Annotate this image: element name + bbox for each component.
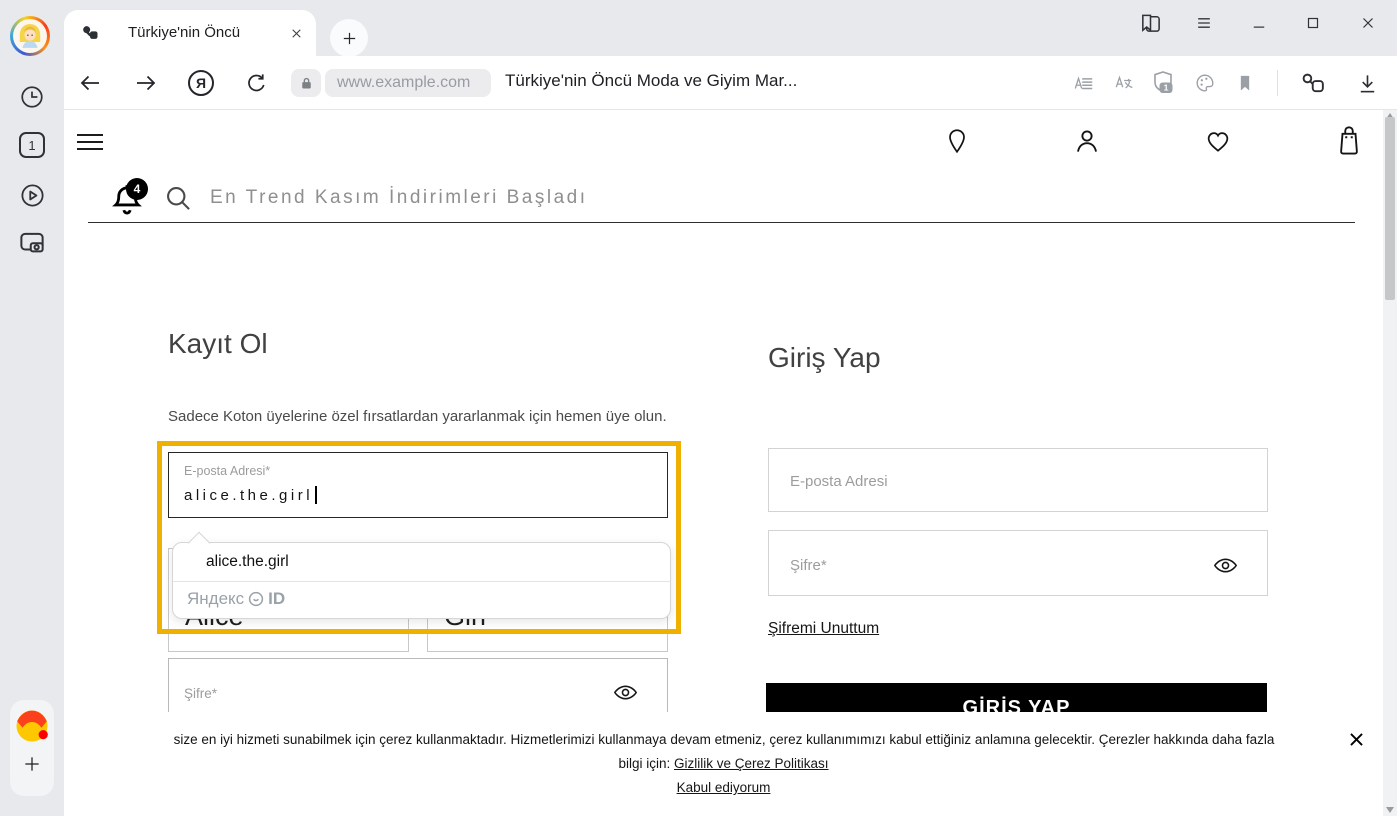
email-label: E-posta Adresi* — [184, 464, 270, 478]
cookie-accept-link[interactable]: Kabul ediyorum — [677, 780, 771, 795]
yandex-id-footer[interactable]: Яндекс ID — [187, 589, 285, 609]
page-scrollbar[interactable] — [1383, 110, 1397, 816]
cookie-text-line2: bilgi için: Gizlilik ve Çerez Politikası — [64, 756, 1383, 771]
menu-hamburger-icon[interactable] — [1192, 11, 1216, 35]
tabs-counter-button[interactable]: 1 — [19, 132, 45, 158]
browser-tab[interactable]: Türkiye'nin Öncü — [64, 10, 316, 56]
forward-icon[interactable] — [134, 71, 158, 95]
address-page-title: Türkiye'nin Öncü Moda ve Giyim Mar... — [505, 71, 797, 91]
yandex-letter: Я — [196, 75, 206, 91]
dropdown-divider — [173, 581, 670, 582]
login-title: Giriş Yap — [768, 342, 881, 374]
yandex-mail-icon[interactable] — [14, 708, 50, 744]
window-close-icon[interactable] — [1356, 11, 1380, 35]
minimize-icon[interactable] — [1247, 11, 1271, 35]
register-password-eye-icon[interactable] — [611, 679, 639, 705]
toolbar-separator — [1277, 70, 1278, 96]
register-password-label: Şifre* — [184, 686, 217, 701]
login-password-placeholder: Şifre* — [790, 557, 827, 574]
side-panels-icon[interactable] — [1138, 11, 1162, 35]
back-icon[interactable] — [78, 71, 102, 95]
sidebar-add-icon[interactable] — [20, 752, 44, 776]
text-caret — [315, 486, 317, 504]
sidebar-bottom-panel — [10, 700, 54, 796]
url-chip[interactable]: www.example.com — [325, 69, 491, 97]
register-title: Kayıt Ol — [168, 328, 268, 360]
new-tab-button[interactable] — [330, 19, 368, 57]
cookie-banner: size en iyi hizmeti sunabilmek için çere… — [64, 712, 1383, 816]
yandex-id-suffix: ID — [268, 589, 285, 609]
autofill-suggestion[interactable]: alice.the.girl — [173, 543, 670, 581]
login-email-input[interactable]: E-posta Adresi — [768, 448, 1268, 512]
bookmark-icon[interactable] — [1233, 71, 1257, 95]
cookie-text-line1: size en iyi hizmeti sunabilmek için çere… — [104, 732, 1344, 747]
lock-icon[interactable] — [291, 69, 321, 97]
search-input[interactable]: En Trend Kasım İndirimleri Başladı — [210, 187, 588, 209]
forgot-password-link[interactable]: Şifremi Unuttum — [768, 620, 879, 638]
register-subtitle: Sadece Koton üyelerine özel fırsatlardan… — [168, 408, 667, 425]
palette-icon[interactable] — [1193, 71, 1217, 95]
yandex-id-smiley-icon — [248, 591, 264, 607]
login-password-eye-icon[interactable] — [1211, 552, 1239, 578]
protect-shield-icon[interactable]: 1 — [1150, 69, 1178, 97]
login-password-input[interactable]: Şifre* — [768, 530, 1268, 596]
reader-mode-icon[interactable] — [1072, 71, 1096, 95]
history-clock-icon[interactable] — [18, 83, 46, 111]
search-underline — [88, 222, 1355, 223]
account-icon[interactable] — [1071, 125, 1103, 157]
play-media-icon[interactable] — [18, 181, 46, 209]
tab-count: 1 — [28, 138, 35, 153]
scrollbar-thumb[interactable] — [1385, 117, 1395, 300]
profile-avatar[interactable] — [10, 16, 50, 56]
tab-title: Türkiye'nin Öncü — [128, 24, 240, 41]
notification-badge: 4 — [126, 178, 148, 200]
search-icon[interactable] — [163, 183, 193, 213]
browser-sidebar: 1 — [0, 56, 64, 816]
downloads-icon[interactable] — [1355, 71, 1379, 95]
screenshot-icon[interactable] — [16, 226, 48, 258]
cookie-line2-prefix: bilgi için: — [618, 756, 674, 771]
cart-bag-icon[interactable] — [1333, 122, 1365, 158]
register-email-input[interactable]: E-posta Adresi* alice.the.girl — [168, 452, 668, 518]
passwords-icon[interactable] — [1298, 69, 1326, 97]
cookie-policy-link[interactable]: Gizlilik ve Çerez Politikası — [674, 756, 829, 771]
yandex-id-brand: Яндекс — [187, 589, 244, 609]
email-value: alice.the.girl — [184, 487, 313, 504]
cookie-close-icon[interactable] — [1345, 728, 1367, 750]
yandex-logo-icon[interactable]: Я — [188, 70, 214, 96]
cookie-accept-row: Kabul ediyorum — [64, 780, 1383, 795]
login-email-placeholder: E-posta Adresi — [790, 473, 888, 490]
tab-strip: Türkiye'nin Öncü — [0, 0, 1397, 56]
shield-badge: 1 — [1164, 83, 1169, 93]
avatar-image — [13, 19, 47, 53]
refresh-icon[interactable] — [244, 71, 268, 95]
autofill-dropdown: alice.the.girl Яндекс ID — [172, 542, 671, 619]
url-text: www.example.com — [337, 74, 470, 92]
site-menu-icon[interactable] — [75, 132, 105, 154]
web-page: 4 En Trend Kasım İndirimleri Başladı Kay… — [64, 110, 1383, 816]
browser-window: Türkiye'nin Öncü — [0, 0, 1397, 816]
translate-icon[interactable] — [1113, 71, 1137, 95]
tab-close-icon[interactable] — [288, 25, 304, 41]
suggestion-text: alice.the.girl — [206, 553, 289, 571]
wishlist-heart-icon[interactable] — [1202, 126, 1234, 156]
scroll-down-icon[interactable] — [1386, 807, 1394, 813]
store-locator-pin-icon[interactable] — [942, 126, 972, 156]
maximize-icon[interactable] — [1301, 11, 1325, 35]
address-toolbar: Я www.example.com Türkiye'nin Öncü Moda … — [64, 56, 1397, 110]
tab-favicon-key-icon — [80, 23, 100, 43]
